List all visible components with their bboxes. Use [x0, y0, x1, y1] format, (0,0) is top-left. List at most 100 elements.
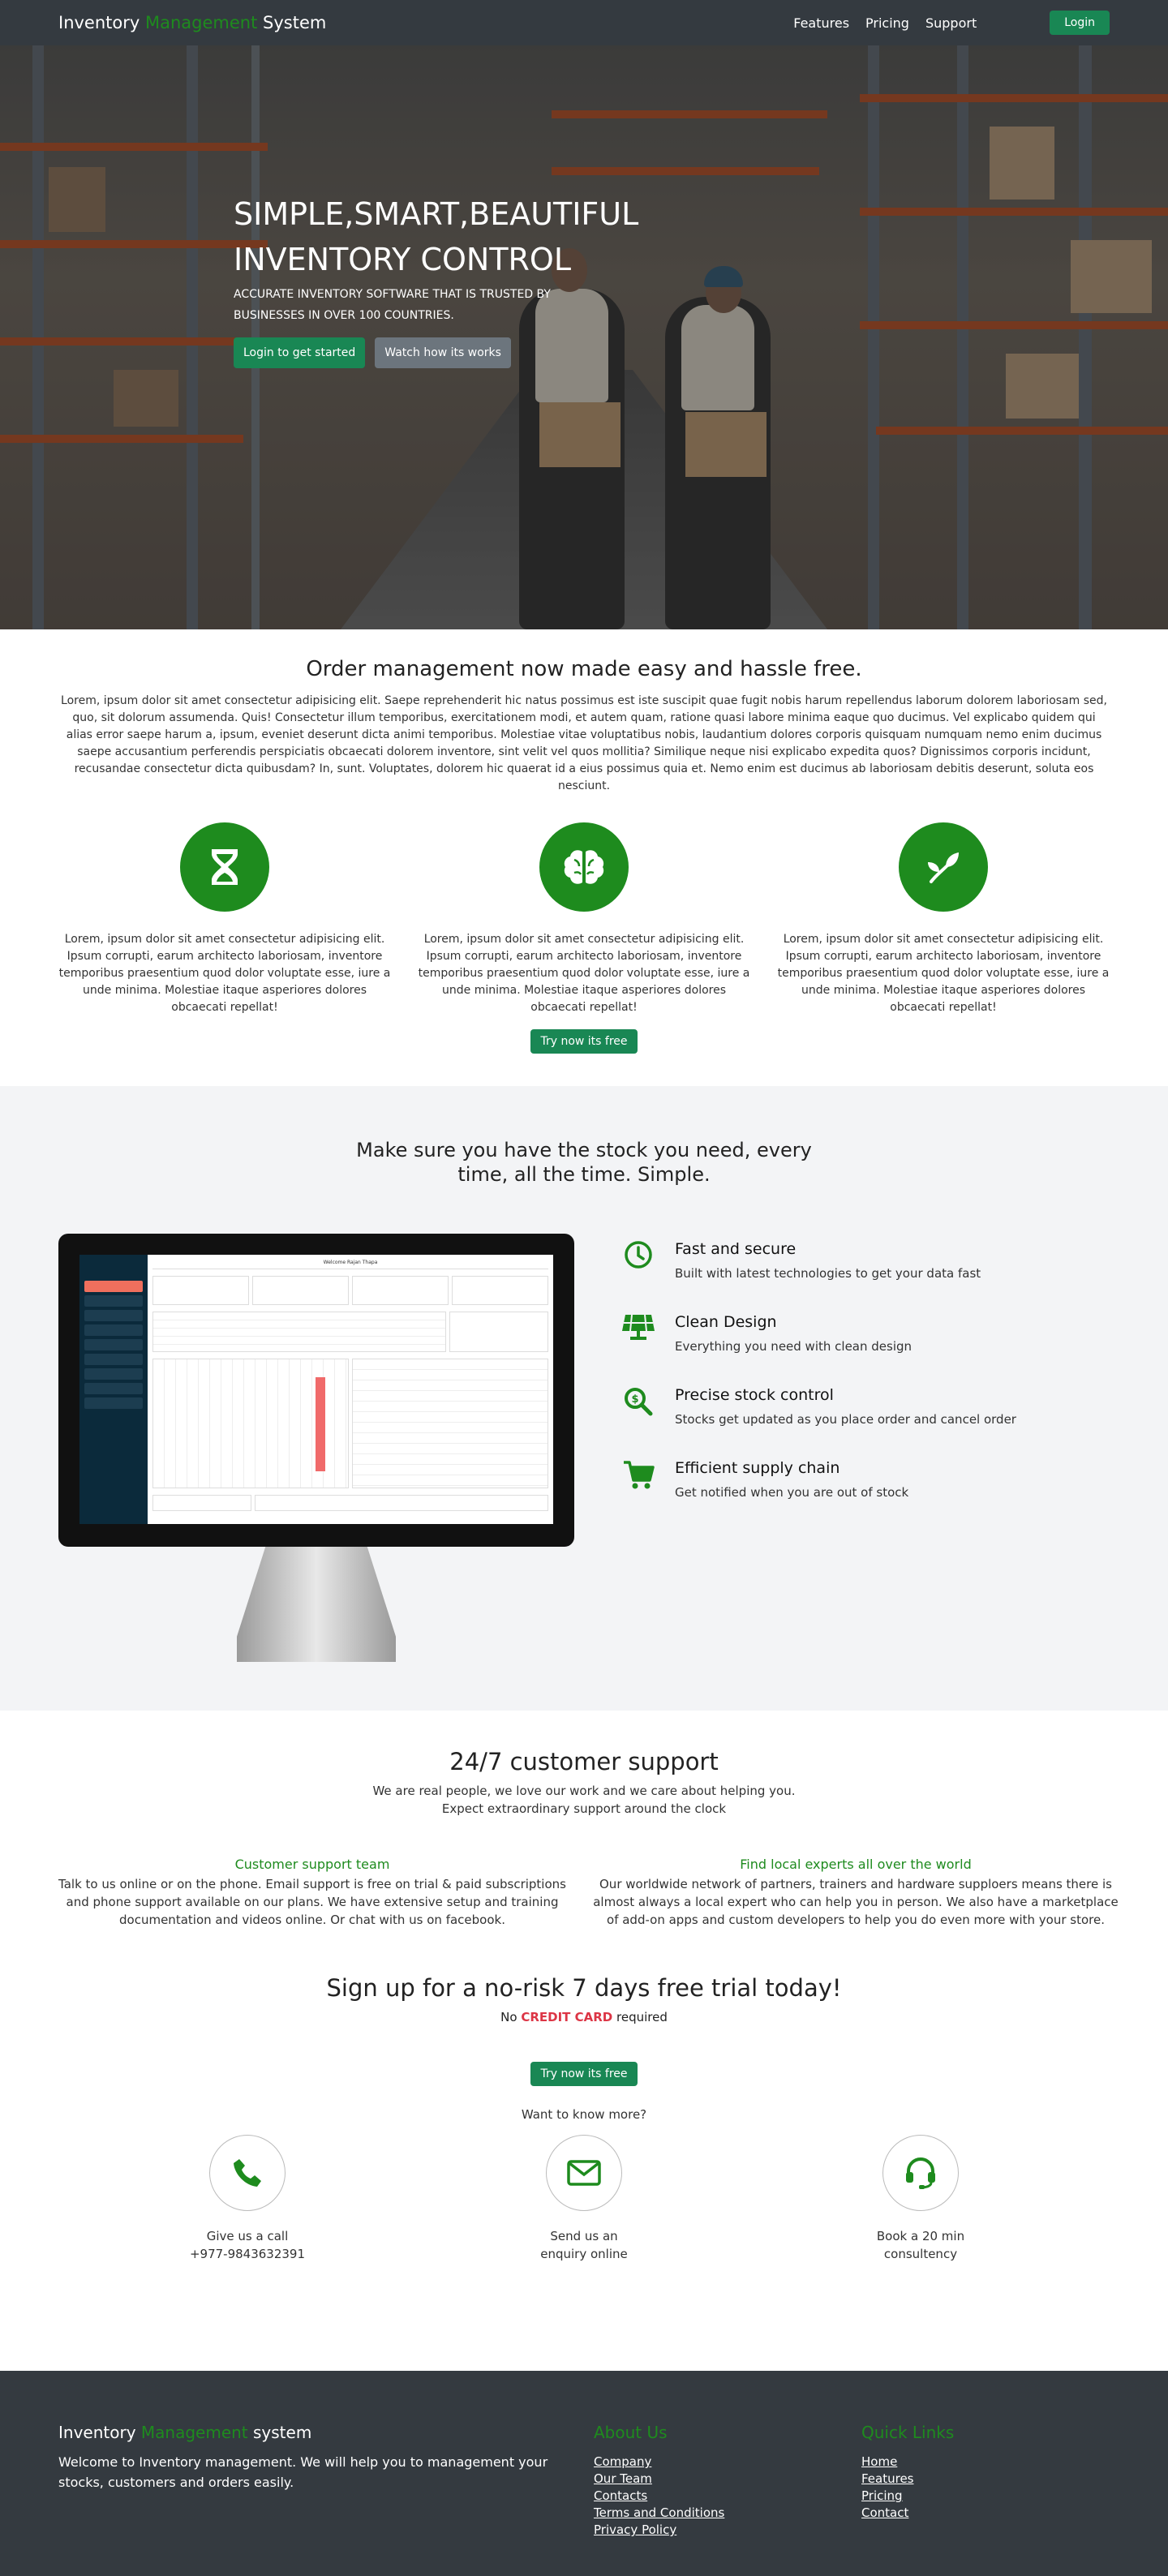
dashboard-sidebar: [79, 1255, 148, 1524]
footer-link-pricing[interactable]: Pricing: [861, 2488, 1024, 2505]
feature-text: Lorem, ipsum dolor sit amet consectetur …: [418, 933, 750, 1014]
stock-section: Make sure you have the stock you need, e…: [0, 1086, 1168, 1711]
footer-link-company[interactable]: Company: [594, 2454, 861, 2471]
contact-line1: Send us an: [550, 2229, 618, 2243]
contact-text: Give us a call +977-9843632391: [182, 2227, 312, 2263]
support-subtitle-line1: We are real people, we love our work and…: [372, 1784, 796, 1798]
envelope-icon: [546, 2135, 622, 2211]
hero-section: SIMPLE,SMART,BEAUTIFUL INVENTORY CONTROL…: [0, 45, 1168, 629]
dashboard-welcome: Welcome Rajan Thapa: [152, 1260, 548, 1269]
contact-email[interactable]: Send us an enquiry online: [519, 2135, 649, 2263]
nav-link-support[interactable]: Support: [925, 15, 977, 31]
support-column: Find local experts all over the world Ou…: [592, 1857, 1119, 1929]
no-cc-suffix: required: [616, 2010, 668, 2024]
feature-card: Lorem, ipsum dolor sit amet consectetur …: [58, 822, 391, 1016]
stock-feature-list: Fast and secure Built with latest techno…: [620, 1240, 1016, 1662]
nav-link-pricing[interactable]: Pricing: [865, 15, 909, 31]
contact-line2: enquiry online: [540, 2247, 628, 2261]
try-now-button-2[interactable]: Try now its free: [530, 2062, 638, 2086]
footer-quick-links: Quick Links Home Features Pricing Contac…: [861, 2423, 1024, 2576]
hero-title: SIMPLE,SMART,BEAUTIFUL INVENTORY CONTROL: [234, 196, 639, 277]
support-subtitle: We are real people, we love our work and…: [49, 1782, 1119, 1818]
stock-title: Make sure you have the stock you need, e…: [356, 1139, 812, 1186]
stock-feature-desc: Get notified when you are out of stock: [675, 1485, 909, 1500]
dashboard-monitor-image: Welcome Rajan Thapa: [58, 1234, 574, 1662]
stock-feature-item: $ Precise stock control Stocks get updat…: [620, 1386, 1016, 1427]
hourglass-icon: [180, 822, 269, 912]
footer-link-privacy[interactable]: Privacy Policy: [594, 2522, 861, 2539]
stock-body: Welcome Rajan Thapa Fast and secure Buil…: [58, 1234, 1110, 1662]
want-to-know-more: Want to know more?: [521, 2107, 647, 2122]
feature-card: Lorem, ipsum dolor sit amet consectetur …: [418, 822, 750, 1016]
footer-link-our-team[interactable]: Our Team: [594, 2471, 861, 2488]
solar-panel-icon: [620, 1313, 657, 1350]
feature-text: Lorem, ipsum dolor sit amet consectetur …: [58, 933, 391, 1014]
search-dollar-icon: $: [620, 1386, 657, 1423]
footer-link-contact[interactable]: Contact: [861, 2505, 1024, 2522]
stock-feature-title: Clean Design: [675, 1313, 777, 1331]
footer-link-terms[interactable]: Terms and Conditions: [594, 2505, 861, 2522]
watch-how-it-works-button[interactable]: Watch how its works: [375, 337, 511, 368]
contact-line1: Book a 20 min: [876, 2229, 965, 2243]
stock-feature-item: Clean Design Everything you need with cl…: [620, 1313, 1016, 1354]
hero-content: SIMPLE,SMART,BEAUTIFUL INVENTORY CONTROL…: [234, 191, 655, 368]
stock-feature-desc: Everything you need with clean design: [675, 1339, 912, 1354]
brand-logo[interactable]: Inventory Management System: [58, 13, 326, 32]
contact-line2: +977-9843632391: [189, 2247, 306, 2261]
order-title: Order management now made easy and hassl…: [306, 657, 862, 681]
try-now-button[interactable]: Try now its free: [530, 1029, 638, 1054]
support-column-title: Customer support team: [234, 1857, 390, 1872]
contact-line2: consultency: [883, 2247, 958, 2261]
support-column: Customer support team Talk to us online …: [49, 1857, 576, 1929]
support-column-title: Find local experts all over the world: [740, 1857, 972, 1872]
login-button[interactable]: Login: [1050, 11, 1110, 35]
svg-text:$: $: [631, 1393, 638, 1406]
support-title: 24/7 customer support: [449, 1748, 719, 1775]
support-column-text: Talk to us online or on the phone. Email…: [58, 1877, 566, 1927]
no-cc-highlight: CREDIT CARD: [521, 2010, 613, 2024]
footer: Inventory Management system Welcome to I…: [0, 2371, 1168, 2576]
signup-title: Sign up for a no-risk 7 days free trial …: [326, 1974, 842, 2002]
cart-icon: [620, 1459, 657, 1496]
order-management-section: Order management now made easy and hassl…: [0, 629, 1168, 1086]
feature-card: Lorem, ipsum dolor sit amet consectetur …: [777, 822, 1110, 1016]
footer-description: Welcome to Inventory management. We will…: [58, 2454, 548, 2490]
brand-prefix: Inventory: [58, 13, 140, 32]
contact-text: Book a 20 min consultency: [856, 2227, 986, 2263]
hero-subtitle: ACCURATE INVENTORY SOFTWARE THAT IS TRUS…: [234, 288, 551, 322]
nav-links: Features Pricing Support Login: [793, 11, 1110, 35]
footer-link-contacts[interactable]: Contacts: [594, 2488, 861, 2505]
feature-cards: Lorem, ipsum dolor sit amet consectetur …: [58, 822, 1110, 1016]
support-subtitle-line2: Expect extraordinary support around the …: [441, 1801, 727, 1816]
contact-call[interactable]: Give us a call +977-9843632391: [182, 2135, 312, 2263]
contact-line1: Give us a call: [206, 2229, 289, 2243]
stock-feature-item: Fast and secure Built with latest techno…: [620, 1240, 1016, 1281]
brain-icon: [539, 822, 629, 912]
feature-text: Lorem, ipsum dolor sit amet consectetur …: [777, 933, 1110, 1014]
order-paragraph: Lorem, ipsum dolor sit amet consectetur …: [61, 694, 1107, 792]
footer-about: Inventory Management system Welcome to I…: [58, 2423, 594, 2576]
monitor-stand: [237, 1547, 396, 1662]
headset-icon: [882, 2135, 959, 2211]
nav-link-features[interactable]: Features: [793, 15, 849, 31]
footer-link-features[interactable]: Features: [861, 2471, 1024, 2488]
contact-options: Give us a call +977-9843632391 Send us a…: [49, 2135, 1119, 2263]
clock-icon: [620, 1240, 657, 1277]
no-cc-prefix: No: [500, 2010, 517, 2024]
brand-suffix: System: [263, 13, 327, 32]
contact-text: Send us an enquiry online: [519, 2227, 649, 2263]
login-to-get-started-button[interactable]: Login to get started: [234, 337, 366, 368]
support-column-text: Our worldwide network of partners, train…: [593, 1877, 1119, 1927]
contact-consultancy[interactable]: Book a 20 min consultency: [856, 2135, 986, 2263]
stock-feature-desc: Stocks get updated as you place order an…: [675, 1412, 1016, 1427]
footer-brand-prefix: Inventory: [58, 2423, 136, 2442]
support-section: 24/7 customer support We are real people…: [0, 1711, 1168, 2295]
footer-about-links: About Us Company Our Team Contacts Terms…: [594, 2423, 861, 2576]
support-columns: Customer support team Talk to us online …: [49, 1857, 1119, 1929]
navbar: Inventory Management System Features Pri…: [0, 0, 1168, 45]
no-credit-card-note: No CREDIT CARD required: [49, 2010, 1119, 2024]
brand-highlight: Management: [145, 13, 258, 32]
footer-link-home[interactable]: Home: [861, 2454, 1024, 2471]
stock-feature-desc: Built with latest technologies to get yo…: [675, 1266, 981, 1281]
hero-buttons: Login to get started Watch how its works: [234, 337, 655, 368]
